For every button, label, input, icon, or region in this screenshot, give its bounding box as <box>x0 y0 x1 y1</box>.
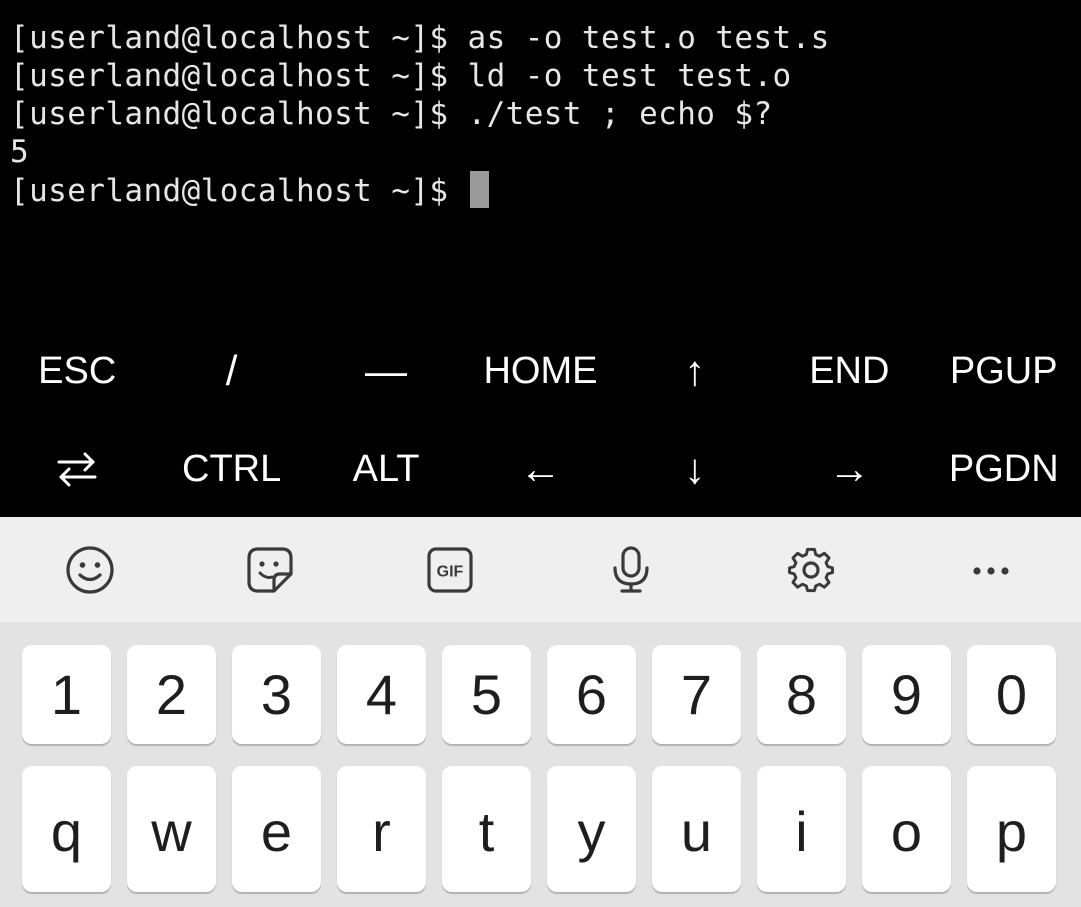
alt-key[interactable]: ALT <box>309 420 463 518</box>
key-9[interactable]: 9 <box>862 645 951 744</box>
terminal-command: ./test ; echo $? <box>467 96 773 132</box>
slash-key[interactable]: / <box>154 322 308 420</box>
extra-keys-row-1: ESC / — HOME ↑ END PGUP <box>0 322 1081 420</box>
terminal-line: [userland@localhost ~]$ <box>10 171 489 209</box>
sticker-icon <box>247 546 293 593</box>
settings-gear-icon <box>787 547 834 592</box>
key-o[interactable]: o <box>862 766 951 892</box>
swap-arrows-icon <box>57 452 97 487</box>
key-u[interactable]: u <box>652 766 741 892</box>
gif-icon: GIF <box>427 546 474 593</box>
key-p[interactable]: p <box>967 766 1056 892</box>
arrow-up-key[interactable]: ↑ <box>618 322 772 420</box>
key-1[interactable]: 1 <box>22 645 111 744</box>
terminal-screen[interactable]: [userland@localhost ~]$ as -o test.o tes… <box>0 0 1081 330</box>
gif-button[interactable]: GIF <box>360 517 540 622</box>
soft-keyboard: 1 2 3 4 5 6 7 8 9 0 q w e r t y u i o p <box>0 622 1081 907</box>
key-q[interactable]: q <box>22 766 111 892</box>
terminal-line: [userland@localhost ~]$ ./test ; echo $? <box>10 95 773 133</box>
terminal-prompt: [userland@localhost ~]$ <box>10 58 468 94</box>
more-options-icon <box>973 566 1009 575</box>
key-2[interactable]: 2 <box>127 645 216 744</box>
key-4[interactable]: 4 <box>337 645 426 744</box>
key-i[interactable]: i <box>757 766 846 892</box>
arrow-right-key[interactable]: → <box>772 420 926 518</box>
emoji-button[interactable] <box>0 517 180 622</box>
settings-button[interactable] <box>721 517 901 622</box>
terminal-cursor <box>469 171 489 208</box>
arrow-down-key[interactable]: ↓ <box>618 420 772 518</box>
key-0[interactable]: 0 <box>967 645 1056 744</box>
letter-row-qwerty: q w e r t y u i o p <box>22 766 1056 892</box>
sticker-button[interactable] <box>180 517 360 622</box>
key-y[interactable]: y <box>547 766 636 892</box>
terminal-output-line: 5 <box>10 133 29 171</box>
dash-key[interactable]: — <box>309 322 463 420</box>
key-r[interactable]: r <box>337 766 426 892</box>
key-6[interactable]: 6 <box>547 645 636 744</box>
extra-keys-row-2: CTRL ALT ← ↓ → PGDN <box>0 420 1081 518</box>
terminal-prompt: [userland@localhost ~]$ <box>10 20 468 56</box>
key-7[interactable]: 7 <box>652 645 741 744</box>
arrow-left-key[interactable]: ← <box>463 420 617 518</box>
terminal-prompt: [userland@localhost ~]$ <box>10 96 468 132</box>
more-options-button[interactable] <box>901 517 1081 622</box>
gif-label: GIF <box>437 563 464 580</box>
end-key[interactable]: END <box>772 322 926 420</box>
number-row: 1 2 3 4 5 6 7 8 9 0 <box>22 645 1056 744</box>
ctrl-key[interactable]: CTRL <box>154 420 308 518</box>
esc-key[interactable]: ESC <box>0 322 154 420</box>
terminal-output: 5 <box>10 134 30 170</box>
key-t[interactable]: t <box>442 766 531 892</box>
terminal-command: ld -o test test.o <box>467 58 792 94</box>
terminal-prompt: [userland@localhost ~]$ <box>10 173 468 209</box>
key-e[interactable]: e <box>232 766 321 892</box>
key-8[interactable]: 8 <box>757 645 846 744</box>
keyboard-toolbar: GIF <box>0 517 1081 622</box>
terminal-line: [userland@localhost ~]$ ld -o test test.… <box>10 57 792 95</box>
terminal-line: [userland@localhost ~]$ as -o test.o tes… <box>10 19 830 57</box>
voice-input-button[interactable] <box>541 517 721 622</box>
emoji-icon <box>66 545 114 594</box>
terminal-command: as -o test.o test.s <box>467 20 830 56</box>
key-w[interactable]: w <box>127 766 216 892</box>
key-3[interactable]: 3 <box>232 645 321 744</box>
microphone-icon <box>612 545 649 593</box>
key-5[interactable]: 5 <box>442 645 531 744</box>
pgup-key[interactable]: PGUP <box>927 322 1081 420</box>
tab-key[interactable] <box>0 420 154 518</box>
extra-keys-bar: ESC / — HOME ↑ END PGUP CTRL ALT ← ↓ → P… <box>0 322 1081 518</box>
home-key[interactable]: HOME <box>463 322 617 420</box>
pgdn-key[interactable]: PGDN <box>927 420 1081 518</box>
